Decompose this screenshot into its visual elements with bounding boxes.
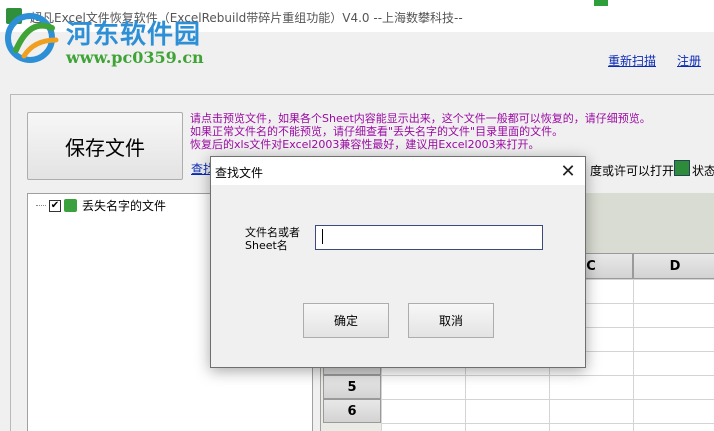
- tree-checkbox[interactable]: ✔: [49, 199, 61, 212]
- close-icon[interactable]: ✕: [551, 157, 585, 185]
- watermark-site-name: 河东软件园: [66, 20, 202, 50]
- cancel-button[interactable]: 取消: [408, 303, 494, 338]
- register-link[interactable]: 注册: [677, 52, 701, 69]
- watermark-url: www.pc0359.cn: [66, 48, 204, 67]
- open-hint-text: 度或许可以打开: [590, 164, 675, 178]
- search-input[interactable]: [315, 225, 543, 250]
- row-header-6: 6: [323, 399, 381, 423]
- hint-line-lost-names: 如果正常文件名的不能预览，请仔细查看"丢失名字的文件"目录里面的文件。: [190, 125, 564, 138]
- rescan-link[interactable]: 重新扫描: [608, 52, 656, 69]
- tree-connector: [36, 205, 46, 206]
- hint-line-preview: 请点击预览文件，如果各个Sheet内容能显示出来，这个文件一般都可以恢复的，请仔…: [190, 112, 651, 125]
- save-file-button[interactable]: 保存文件: [27, 112, 183, 180]
- search-field-label: 文件名或者Sheet名: [245, 226, 300, 252]
- excel-file-icon: [64, 199, 77, 212]
- status-label: 状态: [692, 164, 714, 178]
- tree-item-label: 丢失名字的文件: [82, 199, 167, 213]
- column-header-d: D: [633, 253, 714, 279]
- hint-line-excel2003: 恢复后的xls文件对Excel2003兼容性最好，建议用Excel2003来打开…: [190, 138, 540, 151]
- find-file-dialog: 查找文件 ✕ 文件名或者Sheet名 确定 取消: [210, 156, 586, 368]
- watermark-logo-icon: [5, 13, 59, 63]
- titlebar-accent-mark: [594, 0, 608, 6]
- dialog-titlebar: 查找文件 ✕: [211, 157, 585, 185]
- row-header-5: 5: [323, 375, 381, 399]
- dialog-title: 查找文件: [215, 166, 264, 180]
- ok-button[interactable]: 确定: [303, 303, 389, 338]
- tree-item-lost-names[interactable]: ✔ 丢失名字的文件: [36, 197, 166, 214]
- status-icon: [674, 160, 690, 176]
- text-caret: [322, 229, 323, 244]
- site-watermark: 河东软件园 www.pc0359.cn: [2, 10, 212, 72]
